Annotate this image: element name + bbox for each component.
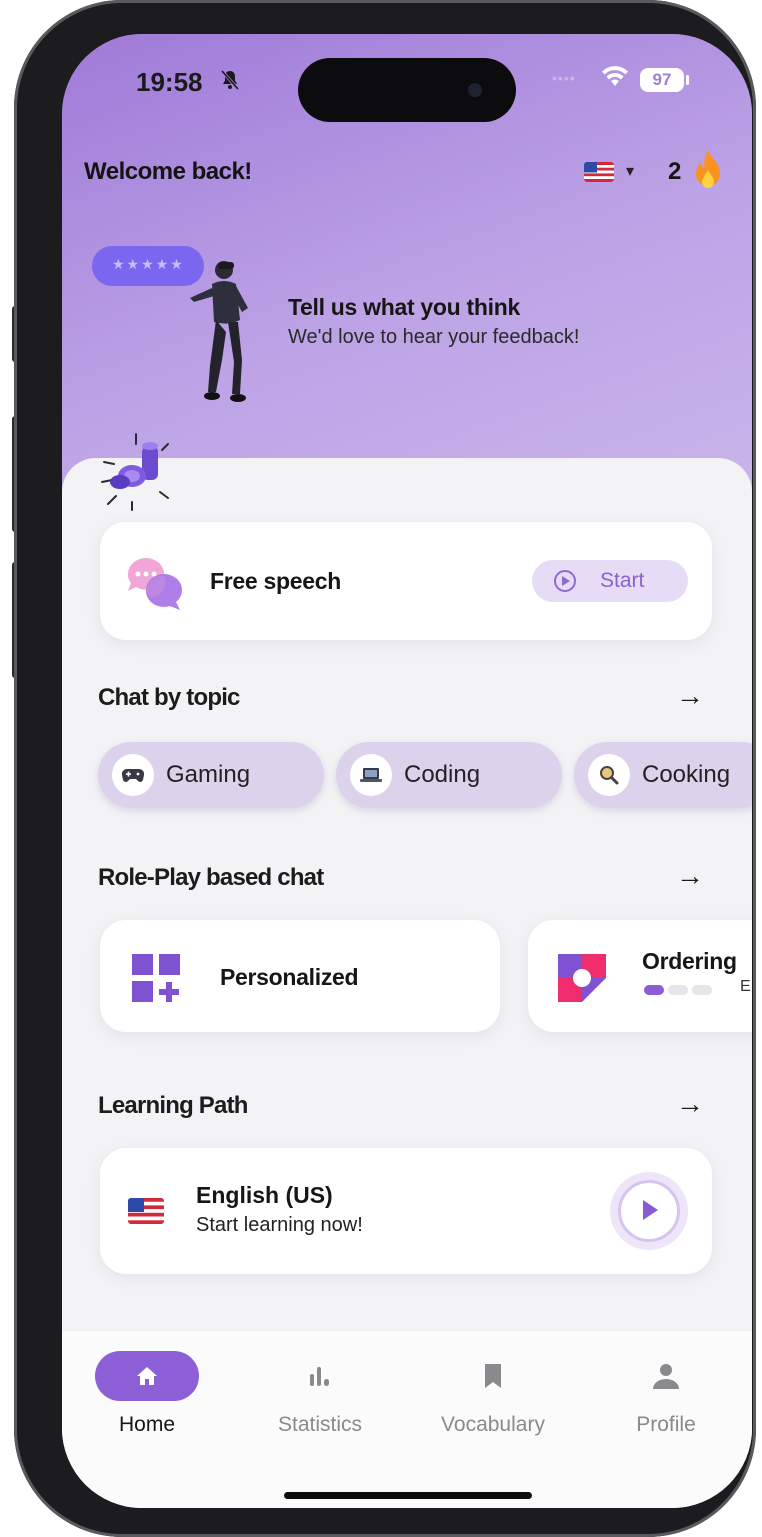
personalized-label: Personalized	[220, 964, 359, 990]
bookmark-icon	[441, 1351, 545, 1401]
language-dropdown-icon[interactable]: ▾	[626, 161, 634, 181]
coins-icon[interactable]	[98, 432, 174, 521]
learning-path-title: Learning Path	[98, 1092, 248, 1119]
role-play-card-ordering[interactable]: Ordering E	[528, 920, 752, 1032]
start-label: Start	[600, 569, 645, 592]
course-subtitle: Start learning now!	[196, 1214, 363, 1236]
grid-plus-icon	[132, 954, 182, 1009]
flame-icon	[690, 148, 726, 199]
topic-label: Gaming	[166, 761, 251, 788]
free-speech-label: Free speech	[210, 568, 341, 594]
topic-chip-coding[interactable]: Coding	[336, 742, 562, 808]
us-flag-icon[interactable]	[584, 162, 614, 182]
camera-icon	[468, 83, 482, 97]
pinwheel-icon	[558, 954, 606, 1007]
difficulty-level-bar	[644, 982, 716, 1000]
magnifier-icon	[588, 754, 630, 796]
role-play-card-personalized[interactable]: Personalized	[100, 920, 500, 1032]
phone-frame: 19:58 •••• 97 Welcome back! ▾ 2 ★★★★★ Te…	[14, 0, 756, 1537]
topic-label: Coding	[404, 761, 481, 788]
battery-tip	[686, 75, 689, 85]
feedback-title[interactable]: Tell us what you think	[288, 294, 520, 321]
ordering-label: Ordering	[642, 948, 737, 974]
rating-stars-icon: ★★★★★	[112, 256, 185, 272]
status-bar: 19:58 •••• 97	[62, 34, 752, 124]
person-illustration[interactable]	[182, 256, 262, 411]
app-screen: 19:58 •••• 97 Welcome back! ▾ 2 ★★★★★ Te…	[62, 34, 752, 1508]
bar-chart-icon	[268, 1351, 372, 1401]
play-course-button[interactable]	[610, 1172, 688, 1250]
course-title: English (US)	[196, 1182, 333, 1208]
learning-path-arrow-icon[interactable]: →	[676, 1088, 704, 1120]
streak-count: 2	[668, 158, 682, 185]
us-flag-icon	[128, 1198, 164, 1224]
tab-label: Vocabulary	[441, 1413, 545, 1436]
status-time: 19:58	[136, 67, 203, 97]
tab-profile[interactable]: Profile	[586, 1351, 746, 1441]
home-indicator[interactable]	[284, 1492, 532, 1499]
game-controller-icon	[112, 754, 154, 796]
chat-by-topic-arrow-icon[interactable]: →	[676, 680, 704, 712]
laptop-icon	[350, 754, 392, 796]
person-icon	[614, 1351, 718, 1401]
silent-bell-icon	[218, 68, 242, 98]
tab-label: Statistics	[277, 1413, 363, 1436]
chat-bubbles-icon	[124, 554, 186, 617]
tab-label: Profile	[636, 1413, 696, 1436]
topic-label: Cooking	[642, 761, 731, 788]
welcome-title: Welcome back!	[84, 158, 252, 185]
wifi-icon	[600, 64, 630, 93]
tab-statistics[interactable]: Statistics	[240, 1351, 400, 1441]
signal-icon: ••••	[552, 70, 576, 86]
difficulty-level-text: E	[740, 978, 751, 995]
free-speech-card[interactable]: Free speech Start	[100, 522, 712, 640]
play-circle-icon	[554, 570, 576, 592]
bottom-tab-bar: Home Statistics Vocabulary Profile	[62, 1330, 752, 1508]
role-play-arrow-icon[interactable]: →	[676, 860, 704, 892]
feedback-subtitle[interactable]: We'd love to hear your feedback!	[288, 326, 579, 349]
chat-by-topic-title: Chat by topic	[98, 684, 240, 711]
battery-icon: 97	[640, 68, 684, 92]
start-button[interactable]: Start	[532, 560, 688, 602]
tab-home[interactable]: Home	[67, 1351, 227, 1441]
tab-label: Home	[118, 1413, 176, 1436]
learning-path-card[interactable]: English (US) Start learning now!	[100, 1148, 712, 1274]
home-icon	[95, 1351, 199, 1401]
role-play-title: Role-Play based chat	[98, 864, 324, 891]
tab-vocabulary[interactable]: Vocabulary	[413, 1351, 573, 1441]
play-icon	[618, 1180, 680, 1242]
topic-chip-gaming[interactable]: Gaming	[98, 742, 324, 808]
topic-chip-cooking[interactable]: Cooking	[574, 742, 752, 808]
dynamic-island	[298, 58, 516, 122]
